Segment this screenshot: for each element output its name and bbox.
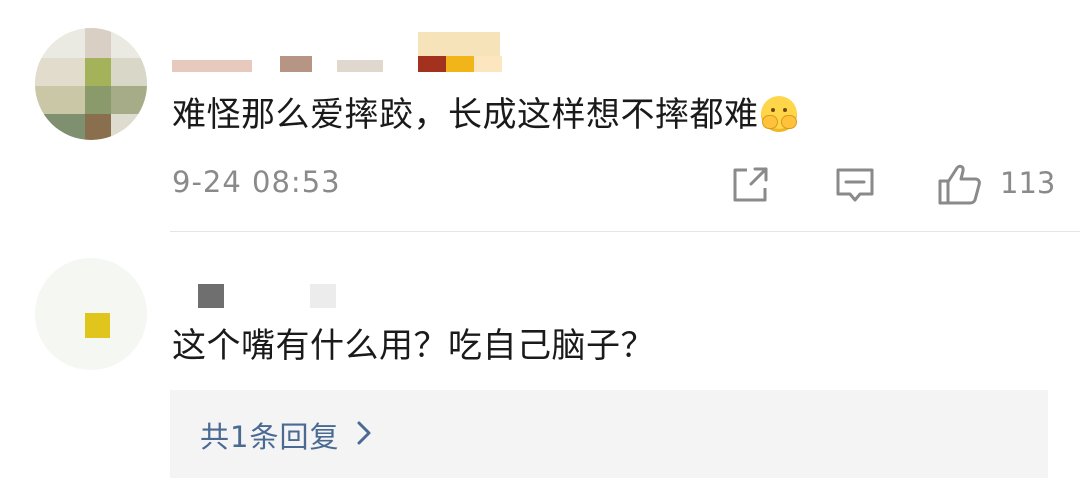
comment-text: 难怪那么爱摔跤，长成这样想不摔都难 xyxy=(172,95,797,135)
username-pixelated[interactable] xyxy=(172,28,512,72)
comment-text: 这个嘴有什么用？吃自己脑子？ xyxy=(172,326,655,366)
thumbs-up-icon[interactable] xyxy=(937,163,983,207)
reply-summary-button[interactable]: 共1条回复 xyxy=(170,390,1048,478)
like-count: 113 xyxy=(1000,166,1056,200)
comment-icon[interactable] xyxy=(834,166,876,206)
chevron-right-icon xyxy=(357,421,371,445)
hugging-face-icon xyxy=(760,96,797,132)
comment-body: 难怪那么爱摔跤，长成这样想不摔都难 xyxy=(172,95,759,135)
comment-timestamp: 9-24 08:53 xyxy=(172,165,341,199)
avatar-pixel xyxy=(85,313,110,338)
avatar[interactable] xyxy=(35,28,147,140)
share-icon[interactable] xyxy=(731,166,771,204)
reply-count-label: 共1条回复 xyxy=(200,420,340,454)
avatar[interactable] xyxy=(35,258,147,370)
username-pixelated[interactable] xyxy=(172,280,342,324)
comment-item: 难怪那么爱摔跤，长成这样想不摔都难 9-24 08:53 113 xyxy=(0,0,1080,232)
